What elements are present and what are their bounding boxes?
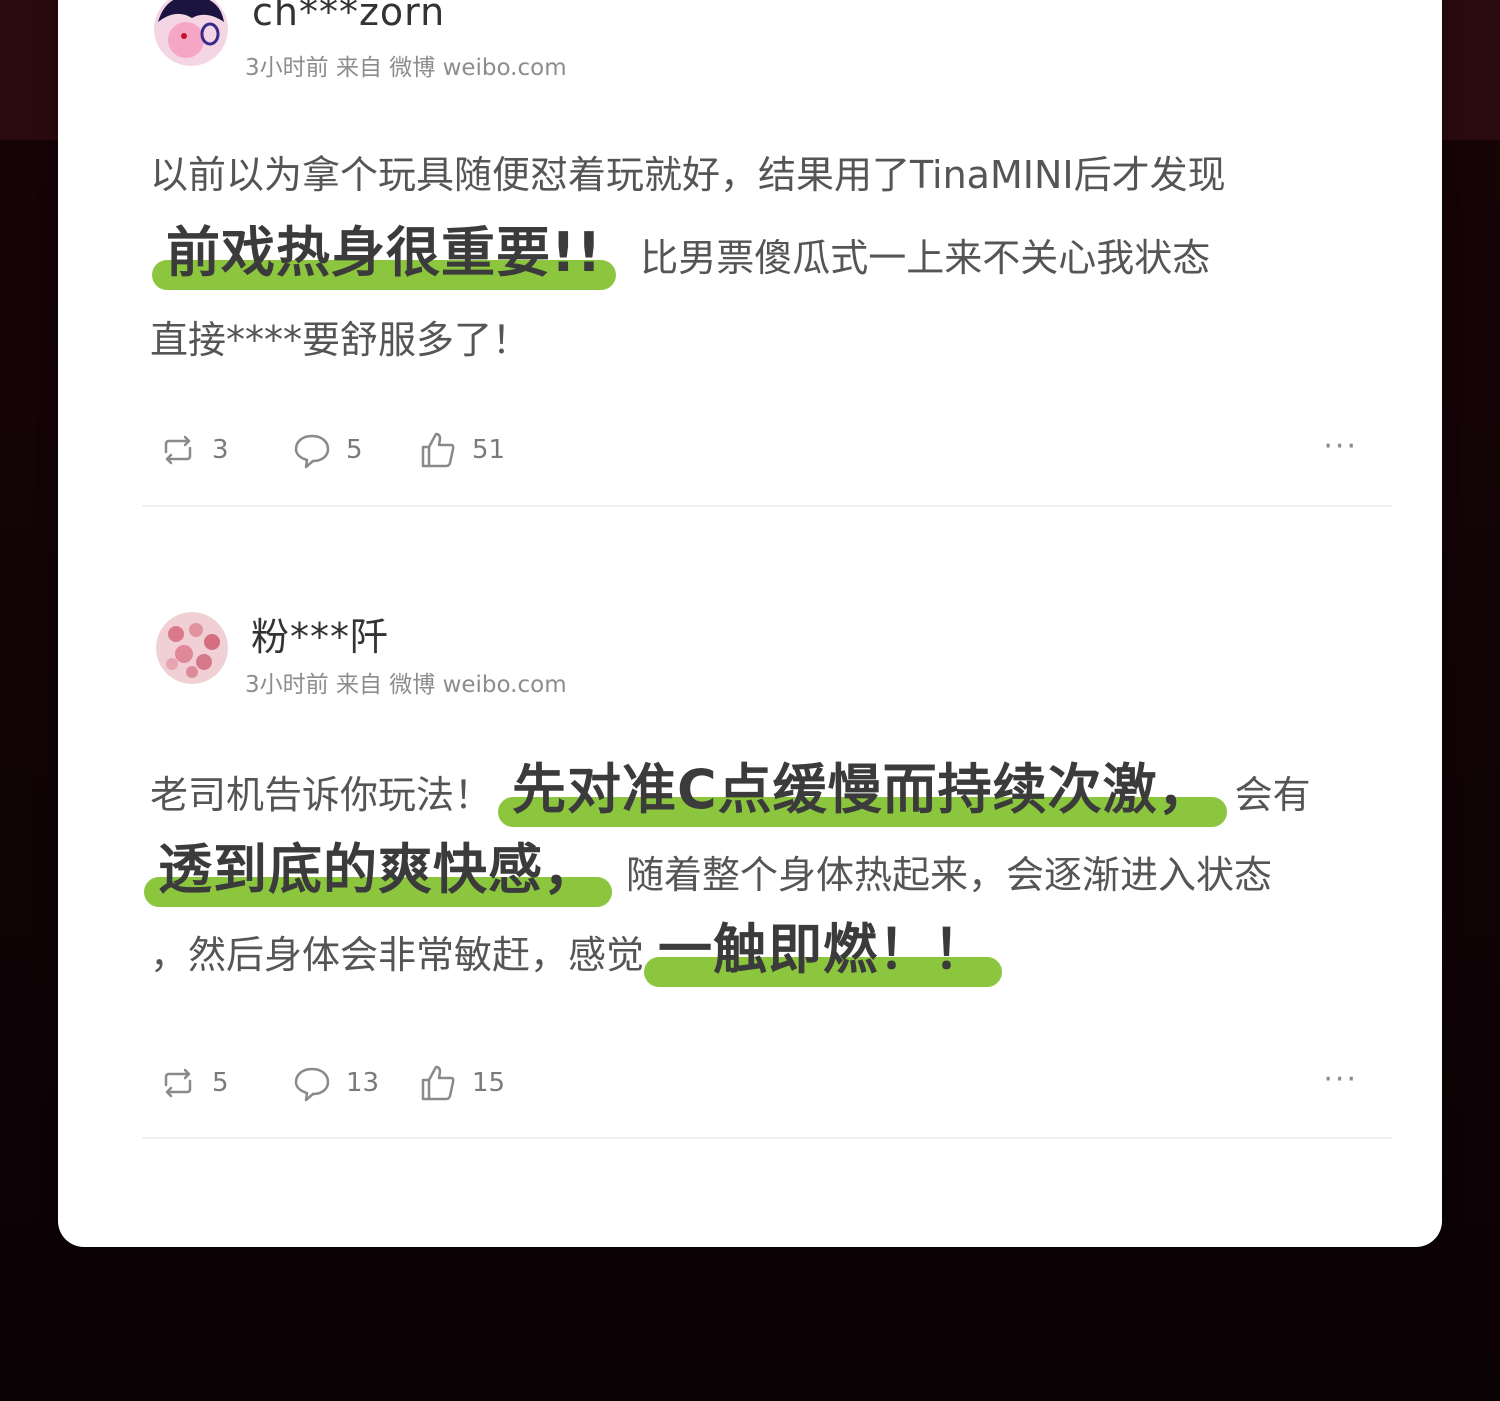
comment-button[interactable]: 5	[292, 430, 363, 470]
content-text: 随着整个身体热起来，会逐渐进入状态	[626, 853, 1273, 897]
like-button[interactable]: 51	[418, 430, 505, 470]
content-line: 以前以为拿个玩具随便怼着玩就好，结果用了TinaMINI后才发现	[150, 153, 1226, 197]
content-text: ，然后身体会非常敏赶，感觉	[150, 933, 645, 977]
comment-icon	[294, 1067, 330, 1102]
username[interactable]: ch***zorn	[252, 0, 445, 34]
comment-count: 5	[346, 435, 363, 465]
highlight-text: 一触即燃！！	[644, 915, 1003, 987]
divider	[142, 505, 1392, 507]
like-count: 15	[472, 1068, 506, 1098]
content-line: 直接****要舒服多了！	[150, 318, 531, 362]
content-line: 老司机告诉你玩法！ 先对准C点缓慢而持续次激， 会有	[150, 755, 1311, 827]
post-meta: 3小时前 来自 微博 weibo.com	[245, 672, 567, 698]
username[interactable]: 粉***阡	[251, 606, 389, 661]
comment-count: 13	[346, 1068, 380, 1098]
content-line: ，然后身体会非常敏赶，感觉 一触即燃！！	[150, 915, 1003, 987]
post-meta: 3小时前 来自 微博 weibo.com	[245, 55, 567, 81]
thumbs-up-icon	[421, 432, 455, 468]
highlight-text: 透到底的爽快感，	[144, 835, 612, 907]
repost-button[interactable]: 3	[158, 430, 229, 470]
repost-button[interactable]: 5	[158, 1063, 229, 1103]
repost-icon	[164, 435, 192, 465]
more-options-button[interactable]: ···	[1323, 1063, 1358, 1097]
more-options-button[interactable]: ···	[1323, 430, 1358, 464]
highlight-text: 先对准C点缓慢而持续次激，	[498, 755, 1227, 827]
content-text: 会有	[1234, 773, 1311, 817]
repost-count: 5	[212, 1068, 229, 1098]
highlight-text: 前戏热身很重要!!	[152, 218, 617, 290]
post-actions: 5 13 15 ···	[158, 1063, 1358, 1103]
content-text: 比男票傻瓜式一上来不关心我状态	[640, 236, 1211, 280]
comment-icon	[294, 434, 330, 469]
comment-button[interactable]: 13	[292, 1063, 379, 1103]
divider	[142, 1137, 1392, 1139]
avatar[interactable]	[156, 612, 228, 684]
repost-icon	[164, 1068, 192, 1098]
post-actions: 3 5 51 ···	[158, 430, 1358, 470]
content-text: 老司机告诉你玩法！	[150, 773, 493, 817]
avatar[interactable]	[154, 0, 228, 66]
like-count: 51	[472, 435, 506, 465]
content-line: 透到底的爽快感， 随着整个身体热起来，会逐渐进入状态	[144, 835, 1273, 907]
like-button[interactable]: 15	[418, 1063, 505, 1103]
thumbs-up-icon	[421, 1065, 455, 1101]
repost-count: 3	[212, 435, 229, 465]
content-line: 前戏热身很重要!! 比男票傻瓜式一上来不关心我状态	[152, 218, 1211, 290]
comments-card: ch***zorn 3小时前 来自 微博 weibo.com 以前以为拿个玩具随…	[58, 0, 1442, 1247]
